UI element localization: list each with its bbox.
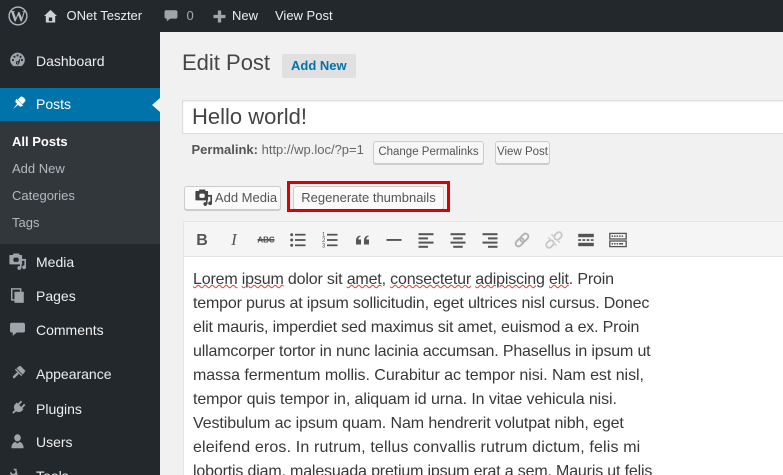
svg-text:3: 3 bbox=[322, 244, 326, 250]
svg-text:I: I bbox=[230, 230, 238, 249]
svg-text:B: B bbox=[196, 232, 208, 249]
svg-text:W: W bbox=[10, 9, 26, 26]
